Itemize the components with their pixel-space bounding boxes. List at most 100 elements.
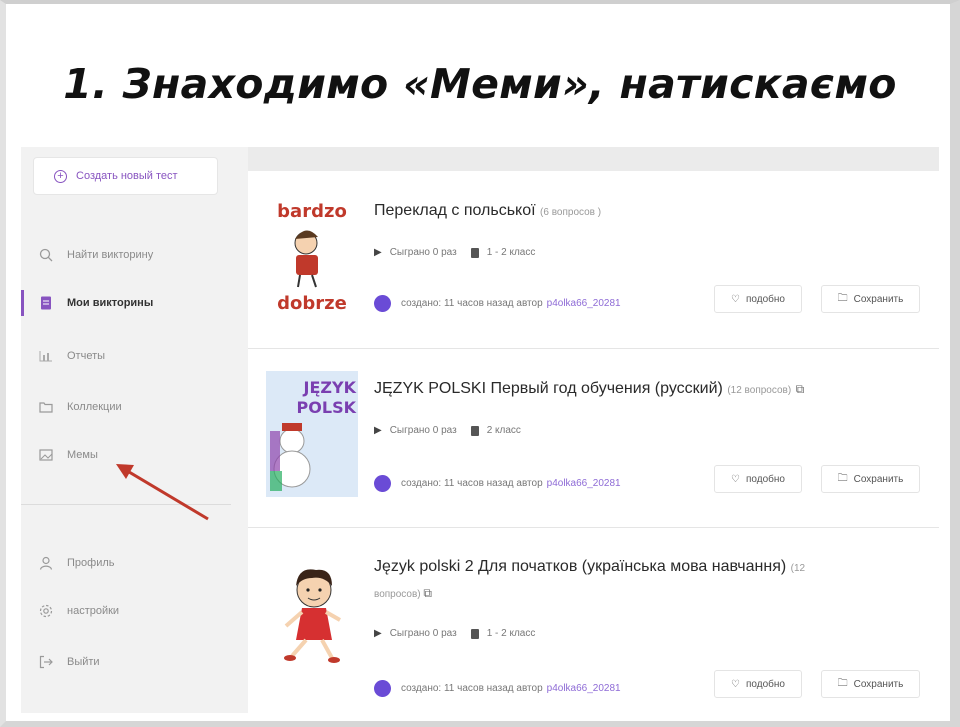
create-quiz-label: Создать новый тест xyxy=(76,170,178,182)
quiz-title-text: Język polski 2 Для початков (українська … xyxy=(374,558,787,575)
like-label: подобно xyxy=(746,678,785,690)
grade-label: 1 - 2 класс xyxy=(486,247,536,258)
active-indicator xyxy=(21,290,24,316)
question-count: вопросов) xyxy=(374,589,421,600)
like-button[interactable]: ♡ подобно xyxy=(714,670,802,698)
quiz-card[interactable]: Język polski 2 Для початков (українська … xyxy=(248,528,939,713)
thumbnail-text-bottom: dobrze xyxy=(277,293,347,314)
sidebar-item-profile[interactable]: Профиль xyxy=(21,550,243,576)
sidebar-item-label: Найти викторину xyxy=(67,249,154,261)
document-icon xyxy=(39,296,53,310)
gear-icon xyxy=(39,604,53,618)
grade-label: 2 класс xyxy=(486,425,521,436)
question-count: (12 xyxy=(790,563,806,574)
played-count: Сыграно 0 раз xyxy=(389,628,457,639)
grade-icon xyxy=(470,628,479,639)
play-icon: ▶ xyxy=(374,247,382,258)
quiz-card[interactable]: JĘZYK POLSK JĘZYK POLSKI Первый год обуч… xyxy=(248,349,939,528)
author-row: создано: 11 часов назад автор p4olka66_2… xyxy=(374,295,621,312)
plus-icon: + xyxy=(54,169,67,183)
question-count: (12 вопросов) xyxy=(727,385,792,396)
sidebar: + Создать новый тест Найти викторину Мои… xyxy=(21,147,243,713)
sidebar-item-label: Мемы xyxy=(67,449,98,461)
folder-icon: 🗀 xyxy=(837,677,848,689)
search-icon xyxy=(39,248,53,262)
author-row: создано: 11 часов назад автор p4olka66_2… xyxy=(374,475,621,492)
sidebar-item-label: Мои викторины xyxy=(67,297,154,309)
copy-icon[interactable]: ⧉ xyxy=(796,382,805,396)
copy-icon[interactable]: ⧉ xyxy=(423,586,432,600)
sidebar-item-my-quizzes[interactable]: Мои викторины xyxy=(21,290,243,316)
folder-icon: 🗀 xyxy=(837,472,848,484)
image-icon xyxy=(39,448,53,462)
like-label: подобно xyxy=(746,293,785,305)
avatar xyxy=(374,475,391,492)
author-link[interactable]: p4olka66_20281 xyxy=(547,683,621,694)
sidebar-item-settings[interactable]: настройки xyxy=(21,598,243,624)
folder-icon: 🗀 xyxy=(837,292,848,304)
grade-icon xyxy=(470,425,479,436)
save-label: Сохранить xyxy=(853,678,904,690)
quiz-thumbnail: JĘZYK POLSK xyxy=(266,371,358,497)
played-count: Сыграно 0 раз xyxy=(389,425,457,436)
thumbnail-text-bottom: POLSK xyxy=(297,398,357,417)
like-button[interactable]: ♡ подобно xyxy=(714,285,802,313)
sidebar-item-find-quiz[interactable]: Найти викторину xyxy=(21,242,243,268)
created-text: создано: 11 часов назад автор xyxy=(401,683,543,694)
quiz-title-text: Переклад с польської xyxy=(374,202,536,219)
quiz-thumbnail: bardzo dobrze xyxy=(266,195,358,315)
user-icon xyxy=(39,556,53,570)
author-link[interactable]: p4olka66_20281 xyxy=(547,478,621,489)
play-icon: ▶ xyxy=(374,425,382,436)
top-strip xyxy=(248,147,939,171)
grade-label: 1 - 2 класс xyxy=(486,628,536,639)
author-link[interactable]: p4olka66_20281 xyxy=(547,298,621,309)
folder-icon xyxy=(39,400,53,414)
avatar xyxy=(374,295,391,312)
created-text: создано: 11 часов назад автор xyxy=(401,298,543,309)
save-button[interactable]: 🗀 Сохранить xyxy=(821,465,920,493)
logout-icon xyxy=(39,655,53,669)
question-count: (6 вопросов ) xyxy=(540,207,602,218)
quiz-meta: ▶ Сыграно 0 раз 1 - 2 класс xyxy=(374,247,535,258)
avatar xyxy=(374,680,391,697)
quizizz-app: + Создать новый тест Найти викторину Мои… xyxy=(21,147,939,713)
played-count: Сыграно 0 раз xyxy=(389,247,457,258)
quiz-title[interactable]: JĘZYK POLSKI Первый год обучения (русски… xyxy=(374,380,804,398)
heart-icon: ♡ xyxy=(731,678,740,690)
quiz-thumbnail xyxy=(266,550,358,670)
save-button[interactable]: 🗀 Сохранить xyxy=(821,670,920,698)
save-label: Сохранить xyxy=(853,293,904,305)
grade-icon xyxy=(470,247,479,258)
quiz-meta: ▶ Сыграно 0 раз 1 - 2 класс xyxy=(374,628,535,639)
quiz-title[interactable]: Język polski 2 Для початков (українська … xyxy=(374,558,805,576)
like-button[interactable]: ♡ подобно xyxy=(714,465,802,493)
sidebar-item-label: Отчеты xyxy=(67,350,106,362)
sidebar-item-logout[interactable]: Выйти xyxy=(21,649,243,675)
quiz-title-text: JĘZYK POLSKI Первый год обучения (русски… xyxy=(374,380,723,397)
thumbnail-text-top: JĘZYK xyxy=(303,378,357,397)
play-icon: ▶ xyxy=(374,628,382,639)
heart-icon: ♡ xyxy=(731,293,740,305)
slide-title: 1. Знаходимо «Меми», натискаємо xyxy=(63,60,897,108)
chart-icon xyxy=(39,349,53,363)
created-text: создано: 11 часов назад автор xyxy=(401,478,543,489)
sidebar-item-collections[interactable]: Коллекции xyxy=(21,394,243,420)
sidebar-item-label: Профиль xyxy=(67,557,115,569)
quiz-meta: ▶ Сыграно 0 раз 2 класс xyxy=(374,425,521,436)
save-label: Сохранить xyxy=(853,473,904,485)
question-count-cont: вопросов) ⧉ xyxy=(374,586,432,601)
quiz-card[interactable]: bardzo dobrze Переклад с польської (6 во… xyxy=(248,171,939,349)
sidebar-item-label: Выйти xyxy=(67,656,100,668)
create-quiz-button[interactable]: + Создать новый тест xyxy=(33,157,218,195)
thumbnail-text-top: bardzo xyxy=(277,201,347,222)
sidebar-item-reports[interactable]: Отчеты xyxy=(21,343,243,369)
quiz-list: bardzo dobrze Переклад с польської (6 во… xyxy=(248,171,939,713)
sidebar-item-label: Коллекции xyxy=(67,401,122,413)
heart-icon: ♡ xyxy=(731,473,740,485)
annotation-arrow xyxy=(116,464,209,521)
sidebar-item-label: настройки xyxy=(67,605,120,617)
quiz-title[interactable]: Переклад с польської (6 вопросов ) xyxy=(374,202,601,220)
save-button[interactable]: 🗀 Сохранить xyxy=(821,285,920,313)
like-label: подобно xyxy=(746,473,785,485)
